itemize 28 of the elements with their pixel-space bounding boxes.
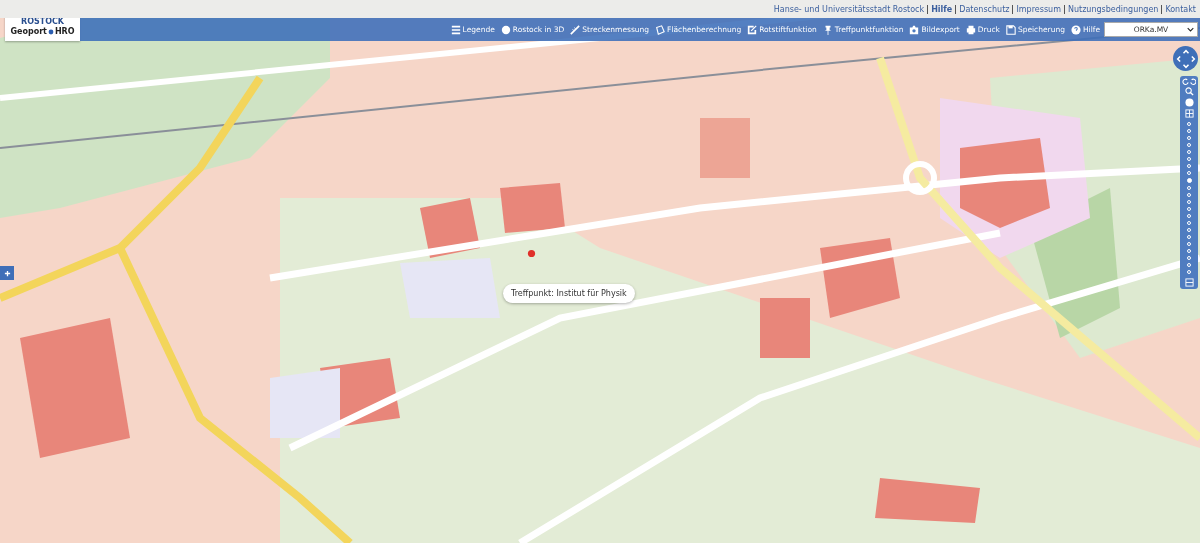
logo-brand-text: Geoport HRO: [10, 27, 75, 36]
header-link[interactable]: Datenschutz: [955, 4, 1010, 14]
zoom-in-icon[interactable]: [1184, 87, 1194, 96]
header-link[interactable]: Hilfe: [927, 4, 953, 14]
pan-arrows-icon: [1175, 48, 1196, 69]
header-link[interactable]: Nutzungsbedingungen: [1063, 4, 1159, 14]
printer-icon: [965, 24, 976, 35]
ruler-icon: [570, 24, 581, 35]
header-link[interactable]: Kontakt: [1161, 4, 1196, 14]
zoom-slider-thumb[interactable]: [1186, 178, 1192, 183]
map-drawing[interactable]: [0, 18, 1200, 543]
zoom-out-icon[interactable]: [1184, 278, 1194, 287]
help-icon: [1070, 24, 1081, 35]
header-link[interactable]: Hanse- und Universitätsstadt Rostock: [773, 4, 925, 14]
camera-icon: [909, 24, 920, 35]
zoom-extent-icon[interactable]: [1184, 109, 1194, 118]
rotate-icon[interactable]: [1182, 78, 1196, 85]
map-pin-icon[interactable]: [527, 249, 536, 258]
caret-icon: [1187, 27, 1194, 32]
plus-icon: [3, 269, 11, 277]
logo-city-text: ROSTOCK: [20, 18, 65, 26]
polygon-icon: [655, 24, 666, 35]
expand-panel-button[interactable]: [0, 266, 14, 280]
map-popup: Treffpunkt: Institut für Physik: [503, 284, 635, 303]
header-link[interactable]: Impressum: [1012, 4, 1061, 14]
pencil-icon: [747, 24, 758, 35]
list-icon: [450, 24, 461, 35]
logo[interactable]: ROSTOCK Geoport HRO: [5, 18, 80, 41]
